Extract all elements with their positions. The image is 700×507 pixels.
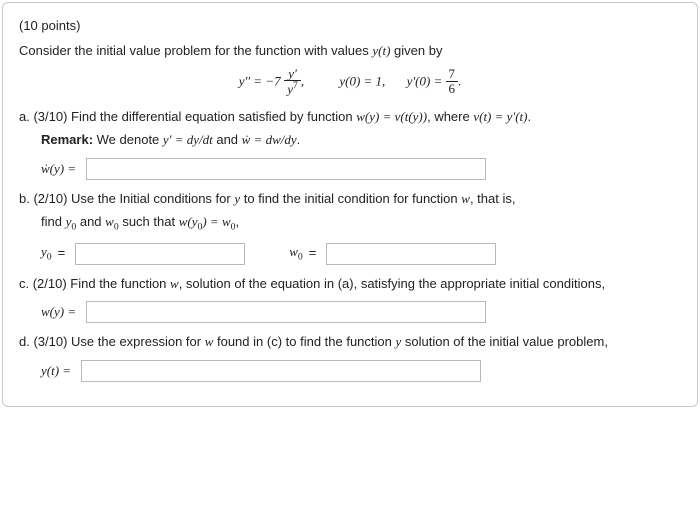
part-b-mid1: to find the initial condition for functi… xyxy=(240,191,461,206)
part-d-input[interactable] xyxy=(81,360,481,382)
part-c-input-row: w(y) = xyxy=(41,301,681,323)
part-b-input-row: y0 = w0 = xyxy=(41,243,681,265)
pb-l2c: such that xyxy=(119,214,179,229)
part-a-mid4: . xyxy=(527,109,531,124)
part-d-input-row: y(t) = xyxy=(41,360,681,382)
eq-ic2-frac: 7 6 xyxy=(446,67,459,95)
part-d-mid1: found in (c) to find the function xyxy=(213,334,395,349)
eq-frac-den: y7 xyxy=(284,81,301,96)
part-a-field-label: ẇ(y) = xyxy=(41,160,76,179)
part-c-input[interactable] xyxy=(86,301,486,323)
remark-eq2: ẇ = dw/dy xyxy=(242,132,297,147)
part-b-w: w xyxy=(461,191,470,206)
eq-ic2-lhs: y'(0) = xyxy=(407,73,446,88)
eq-comma: , xyxy=(301,73,304,88)
part-b-mid2: , that is, xyxy=(470,191,516,206)
eq-ic1: y(0) = 1, xyxy=(339,73,385,88)
pb-l2b: and xyxy=(76,214,105,229)
part-b-w0-input[interactable] xyxy=(326,243,496,265)
remark-label: Remark: xyxy=(41,132,93,147)
part-a-input[interactable] xyxy=(86,158,486,180)
intro-lead: Consider the initial value problem for t… xyxy=(19,43,372,58)
remark-eq1: y' = dy/dt xyxy=(163,132,213,147)
part-c-w: w xyxy=(170,276,179,291)
part-c-mid: , solution of the equation in (a), satis… xyxy=(179,276,605,291)
part-d: d. (3/10) Use the expression for w found… xyxy=(31,333,681,352)
remark-text: We denote xyxy=(93,132,163,147)
eq-lhs: y'' = −7 xyxy=(239,73,281,88)
part-a-input-row: ẇ(y) = xyxy=(41,158,681,180)
part-d-field-label: y(t) = xyxy=(41,362,71,381)
intro-tail: given by xyxy=(390,43,442,58)
part-a-mid2: , where xyxy=(427,109,473,124)
eq-frac-num: y' xyxy=(284,67,301,82)
part-b-prefix: b. (2/10) Use the Initial conditions for xyxy=(19,191,234,206)
part-a: a. (3/10) Find the differential equation… xyxy=(31,108,681,127)
part-c-prefix: c. (2/10) Find the function xyxy=(19,276,170,291)
pb-l2a: find xyxy=(41,214,66,229)
part-a-remark: Remark: We denote y' = dy/dt and ẇ = dw/… xyxy=(41,131,681,150)
part-d-mid2: solution of the initial value problem, xyxy=(401,334,608,349)
eq-ic2-tail: . xyxy=(458,73,461,88)
part-b: b. (2/10) Use the Initial conditions for… xyxy=(31,190,681,209)
part-d-prefix: d. (3/10) Use the expression for xyxy=(19,334,205,349)
part-b-line2: find y0 and w0 such that w(y0) = w0, xyxy=(41,213,681,235)
intro-text: Consider the initial value problem for t… xyxy=(19,42,681,61)
part-b-y0-input[interactable] xyxy=(75,243,245,265)
part-a-eq2: v(t) = y'(t) xyxy=(473,109,527,124)
remark-and: and xyxy=(213,132,242,147)
problem-card: (10 points) Consider the initial value p… xyxy=(2,2,698,407)
eq-ic2-den: 6 xyxy=(446,82,459,96)
remark-tail: . xyxy=(297,132,301,147)
intro-yt: y(t) xyxy=(372,43,390,58)
part-c-field-label: w(y) = xyxy=(41,303,76,322)
part-a-prefix: a. (3/10) Find the differential equation… xyxy=(19,109,356,124)
part-c: c. (2/10) Find the function w, solution … xyxy=(31,275,681,294)
part-a-eq1: w(y) = v(t(y)) xyxy=(356,109,427,124)
eq-ic2-num: 7 xyxy=(446,67,459,82)
eq-frac: y' y7 xyxy=(284,67,301,97)
equation-row: y'' = −7 y' y7 , y(0) = 1, y'(0) = 7 6 . xyxy=(19,67,681,97)
points-label: (10 points) xyxy=(19,17,681,36)
